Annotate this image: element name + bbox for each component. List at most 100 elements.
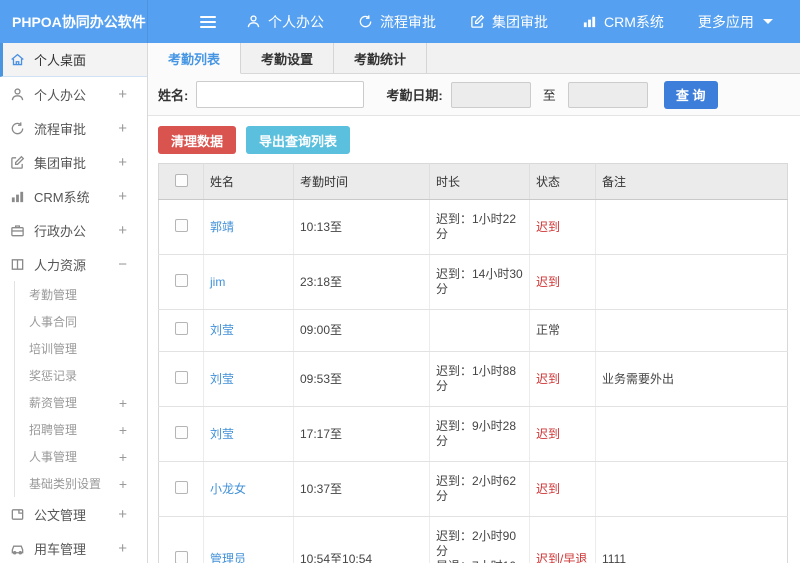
sidebar: 个人桌面 个人办公 + 流程审批 + 集团审批 + CRM系统 + 行政办公 + [0, 43, 148, 563]
user-icon [10, 86, 28, 102]
sidebar-item-admin-office[interactable]: 行政办公 + [0, 213, 147, 247]
search-button[interactable]: 查 询 [663, 80, 718, 109]
note [595, 254, 788, 310]
topnav-process-approval[interactable]: 流程审批 [358, 12, 436, 32]
expand-minus-icon[interactable]: − [118, 256, 127, 273]
expand-plus-icon[interactable]: + [119, 422, 127, 438]
status-badge: 迟到/早退 [529, 516, 596, 563]
sidebar-item-process-approval[interactable]: 流程审批 + [0, 111, 147, 145]
app-title: PHPOA协同办公软件 [0, 0, 148, 43]
book-icon [10, 256, 28, 272]
employee-name-link[interactable]: 管理员 [210, 552, 246, 563]
topnav-crm[interactable]: CRM系统 [582, 12, 664, 32]
sidebar-item-group-approval[interactable]: 集团审批 + [0, 145, 147, 179]
duration [429, 309, 530, 352]
note: 业务需要外出 [595, 351, 788, 407]
note [595, 461, 788, 517]
row-checkbox[interactable] [174, 218, 188, 232]
attendance-time: 09:53至 [293, 351, 430, 407]
status-badge: 正常 [529, 309, 596, 352]
status-badge: 迟到 [529, 351, 596, 407]
hr-submenu: 考勤管理 人事合同 培训管理 奖惩记录 薪资管理 + 招聘管理 + 人事管理 + 基础… [14, 281, 147, 497]
sidebar-subitem-training[interactable]: 培训管理 [15, 335, 147, 362]
sidebar-subitem-salary[interactable]: 薪资管理 + [15, 389, 147, 416]
employee-name-link[interactable]: 小龙女 [210, 482, 246, 496]
expand-plus-icon[interactable]: + [118, 222, 127, 239]
row-checkbox[interactable] [174, 370, 188, 384]
header-name: 姓名 [203, 163, 294, 200]
tab-attendance-list[interactable]: 考勤列表 [148, 43, 242, 74]
sidebar-subitem-personnel[interactable]: 人事管理 + [15, 443, 147, 470]
sidebar-item-crm[interactable]: CRM系统 + [0, 179, 147, 213]
date-to-input[interactable] [567, 81, 648, 108]
row-checkbox[interactable] [174, 480, 188, 494]
topnav-personal-office[interactable]: 个人办公 [246, 12, 324, 32]
table-area: 清理数据 导出查询列表 姓名 考勤时间 时长 状态 备注 郭靖 10:13至 迟… [148, 116, 800, 563]
sidebar-item-vehicle[interactable]: 用车管理 + [0, 531, 147, 563]
select-all-checkbox[interactable] [174, 173, 188, 187]
attendance-time: 23:18至 [293, 254, 430, 310]
search-bar: 姓名: 考勤日期: 至 查 询 [148, 74, 800, 116]
sidebar-subitem-attendance[interactable]: 考勤管理 [15, 281, 147, 308]
name-label: 姓名: [158, 88, 189, 103]
attendance-time: 10:13至 [293, 199, 430, 255]
table-row: 刘莹 09:00至 正常 [158, 309, 788, 352]
expand-plus-icon[interactable]: + [118, 506, 127, 523]
sidebar-subitem-hr-contract[interactable]: 人事合同 [15, 308, 147, 335]
expand-plus-icon[interactable]: + [119, 476, 127, 492]
table-row: jim 23:18至 迟到：14小时30分 迟到 [158, 254, 788, 310]
employee-name-link[interactable]: 刘莹 [210, 372, 234, 386]
tab-bar: 考勤列表 考勤设置 考勤统计 [148, 43, 800, 74]
sidebar-subitem-base-category[interactable]: 基础类别设置 + [15, 470, 147, 497]
note: 1111 [595, 516, 788, 563]
edit-icon [470, 14, 485, 29]
expand-plus-icon[interactable]: + [118, 86, 127, 103]
menu-toggle-icon[interactable] [200, 15, 216, 28]
header-note: 备注 [595, 163, 788, 200]
sidebar-item-personal-office[interactable]: 个人办公 + [0, 77, 147, 111]
note [595, 406, 788, 462]
topnav-group-approval[interactable]: 集团审批 [470, 12, 548, 32]
sidebar-subitem-recruit[interactable]: 招聘管理 + [15, 416, 147, 443]
date-label: 考勤日期: [386, 88, 443, 103]
topnav-more-apps[interactable]: 更多应用 [698, 12, 773, 32]
header-duration: 时长 [429, 163, 530, 200]
briefcase-icon [10, 222, 28, 238]
expand-plus-icon[interactable]: + [119, 449, 127, 465]
expand-plus-icon[interactable]: + [119, 395, 127, 411]
expand-plus-icon[interactable]: + [118, 540, 127, 557]
name-input[interactable] [196, 81, 365, 108]
table-row: 刘莹 09:53至 迟到：1小时88分 迟到 业务需要外出 [158, 351, 788, 407]
chart-icon [582, 14, 597, 29]
status-badge: 迟到 [529, 406, 596, 462]
sidebar-item-documents[interactable]: 公文管理 + [0, 497, 147, 531]
attendance-time: 17:17至 [293, 406, 430, 462]
row-checkbox[interactable] [174, 550, 188, 563]
table-header-row: 姓名 考勤时间 时长 状态 备注 [158, 163, 788, 200]
status-badge: 迟到 [529, 199, 596, 255]
clean-data-button[interactable]: 清理数据 [158, 126, 237, 154]
row-checkbox[interactable] [174, 322, 188, 335]
employee-name-link[interactable]: 刘莹 [210, 427, 234, 441]
note [595, 309, 788, 352]
row-checkbox[interactable] [174, 425, 188, 439]
tab-attendance-stats[interactable]: 考勤统计 [334, 43, 428, 73]
row-checkbox[interactable] [174, 273, 188, 287]
employee-name-link[interactable]: jim [210, 275, 225, 289]
expand-plus-icon[interactable]: + [118, 188, 127, 205]
sidebar-item-hr[interactable]: 人力资源 − [0, 247, 147, 281]
employee-name-link[interactable]: 刘莹 [210, 323, 234, 337]
expand-plus-icon[interactable]: + [118, 120, 127, 137]
note [595, 199, 788, 255]
tab-attendance-settings[interactable]: 考勤设置 [241, 43, 335, 73]
duration: 迟到：2小时90分 早退：7小时10分 [429, 516, 530, 563]
export-list-button[interactable]: 导出查询列表 [246, 126, 351, 154]
employee-name-link[interactable]: 郭靖 [210, 220, 234, 234]
to-label: 至 [542, 88, 556, 103]
duration: 迟到：1小时22分 [429, 199, 530, 255]
sidebar-item-personal-desktop[interactable]: 个人桌面 [0, 43, 147, 77]
duration: 迟到：1小时88分 [429, 351, 530, 407]
expand-plus-icon[interactable]: + [118, 154, 127, 171]
sidebar-subitem-rewards[interactable]: 奖惩记录 [15, 362, 147, 389]
date-from-input[interactable] [450, 81, 531, 108]
